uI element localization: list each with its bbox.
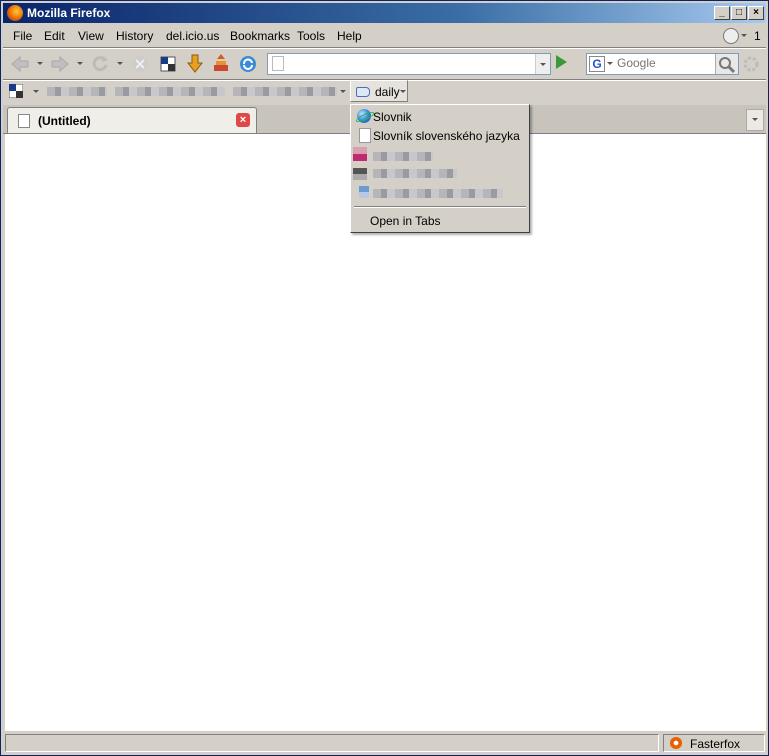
- favicon-icon: [353, 168, 367, 180]
- menu-tools[interactable]: Tools: [297, 29, 325, 43]
- tab-title: (Untitled): [38, 114, 91, 128]
- google-engine-icon[interactable]: G: [589, 56, 605, 72]
- menu-item-label-redacted: [373, 152, 433, 161]
- menu-bar: File Edit View History del.icio.us Bookm…: [3, 25, 766, 47]
- menu-item-label: Open in Tabs: [370, 214, 441, 228]
- magnifier-icon: [719, 57, 736, 74]
- navigation-toolbar: G: [3, 49, 766, 79]
- close-tab-icon[interactable]: ×: [236, 113, 250, 127]
- gear-icon: [743, 56, 759, 72]
- bookmark-item-redacted[interactable]: [47, 87, 107, 96]
- chevron-down-icon[interactable]: [340, 90, 346, 93]
- daily-folder-menu: Slovnik Slovník slovenského jazyka Open …: [350, 104, 530, 233]
- favicon-icon: [359, 186, 369, 198]
- bookmark-item-redacted[interactable]: [233, 87, 337, 96]
- menu-item-redacted[interactable]: [351, 166, 529, 184]
- title-bar[interactable]: Mozilla Firefox _ □ ×: [3, 3, 766, 23]
- url-bar[interactable]: [267, 53, 551, 75]
- stop-button[interactable]: [129, 53, 151, 75]
- sync-circle-icon: [240, 56, 256, 72]
- search-input[interactable]: [617, 55, 707, 71]
- pixel-grid-icon: [8, 83, 24, 99]
- sync-button[interactable]: [237, 53, 259, 75]
- close-window-button[interactable]: ×: [748, 6, 764, 20]
- favicon-icon: [353, 147, 367, 161]
- browser-window: Mozilla Firefox _ □ × File Edit View His…: [0, 0, 769, 756]
- url-history-dropdown[interactable]: [535, 54, 550, 74]
- chevron-down-icon[interactable]: [33, 90, 39, 93]
- engine-dropdown-icon[interactable]: [607, 62, 613, 65]
- forward-arrow-icon: [51, 55, 69, 73]
- download-arrow-icon: [186, 54, 204, 73]
- tab-untitled[interactable]: (Untitled) ×: [7, 107, 257, 133]
- bookmark-stack-button[interactable]: [210, 53, 232, 75]
- bookmark-item-redacted[interactable]: [115, 87, 225, 96]
- bookmarks-menu-button[interactable]: [8, 83, 24, 99]
- menu-edit[interactable]: Edit: [44, 29, 65, 43]
- activity-throbber: [740, 53, 762, 75]
- menu-item-slovnik[interactable]: Slovnik: [351, 108, 529, 126]
- back-history-dropdown[interactable]: [37, 62, 43, 65]
- forward-history-dropdown[interactable]: [77, 62, 83, 65]
- menu-item-label-redacted: [373, 169, 457, 178]
- search-button[interactable]: [715, 54, 738, 74]
- open-in-tabs-item[interactable]: Open in Tabs: [351, 212, 529, 230]
- page-icon: [18, 114, 30, 128]
- go-button[interactable]: [556, 55, 567, 69]
- chevron-down-icon: [400, 90, 406, 93]
- menu-item-redacted[interactable]: [351, 184, 529, 202]
- bookmarks-toolbar: daily: [3, 80, 766, 103]
- maximize-button[interactable]: □: [731, 6, 747, 20]
- stop-icon: [132, 56, 148, 72]
- page-icon: [359, 128, 371, 143]
- chevron-down-icon: [540, 63, 546, 66]
- menu-view[interactable]: View: [78, 29, 104, 43]
- pixel-grid-icon: [160, 56, 176, 72]
- back-button[interactable]: [9, 53, 31, 75]
- home-button[interactable]: [157, 53, 179, 75]
- menu-file[interactable]: File: [13, 29, 32, 43]
- chevron-down-icon[interactable]: [741, 34, 747, 37]
- menu-help[interactable]: Help: [337, 29, 362, 43]
- reload-icon: [92, 56, 108, 72]
- menu-item-label-redacted: [373, 189, 503, 198]
- reload-dropdown[interactable]: [117, 62, 123, 65]
- chevron-down-icon: [752, 118, 758, 121]
- status-clock-icon[interactable]: [723, 28, 739, 44]
- fasterfox-icon: [670, 737, 682, 749]
- fasterfox-panel[interactable]: Fasterfox: [663, 734, 765, 752]
- menu-item-redacted[interactable]: [351, 147, 529, 165]
- back-arrow-icon: [11, 55, 29, 73]
- menu-history[interactable]: History: [116, 29, 153, 43]
- download-button[interactable]: [184, 53, 206, 75]
- menu-divider: [354, 206, 526, 208]
- search-bar: G: [586, 53, 739, 75]
- tag-icon: [356, 87, 370, 97]
- daily-folder-label: daily: [375, 85, 400, 99]
- status-bar: Fasterfox: [3, 733, 766, 753]
- fasterfox-label: Fasterfox: [690, 737, 741, 751]
- menubar-counter: 1: [754, 29, 761, 43]
- menu-item-label: Slovnik: [373, 110, 412, 124]
- menu-delicious[interactable]: del.icio.us: [166, 29, 219, 43]
- forward-button[interactable]: [49, 53, 71, 75]
- menu-item-label: Slovník slovenského jazyka: [373, 129, 520, 143]
- menu-item-slovnik-slovenskeho-jazyka[interactable]: Slovník slovenského jazyka: [351, 127, 529, 145]
- tab-list-button[interactable]: [746, 109, 764, 131]
- stack-icon: [214, 54, 228, 71]
- globe-icon: [357, 109, 371, 123]
- window-title: Mozilla Firefox: [27, 6, 111, 20]
- menu-bookmarks[interactable]: Bookmarks: [230, 29, 290, 43]
- reload-button[interactable]: [89, 53, 111, 75]
- page-icon: [272, 56, 284, 71]
- status-text-panel: [5, 734, 659, 752]
- daily-folder-button[interactable]: daily: [350, 80, 408, 102]
- minimize-button[interactable]: _: [714, 6, 730, 20]
- firefox-icon: [7, 5, 23, 21]
